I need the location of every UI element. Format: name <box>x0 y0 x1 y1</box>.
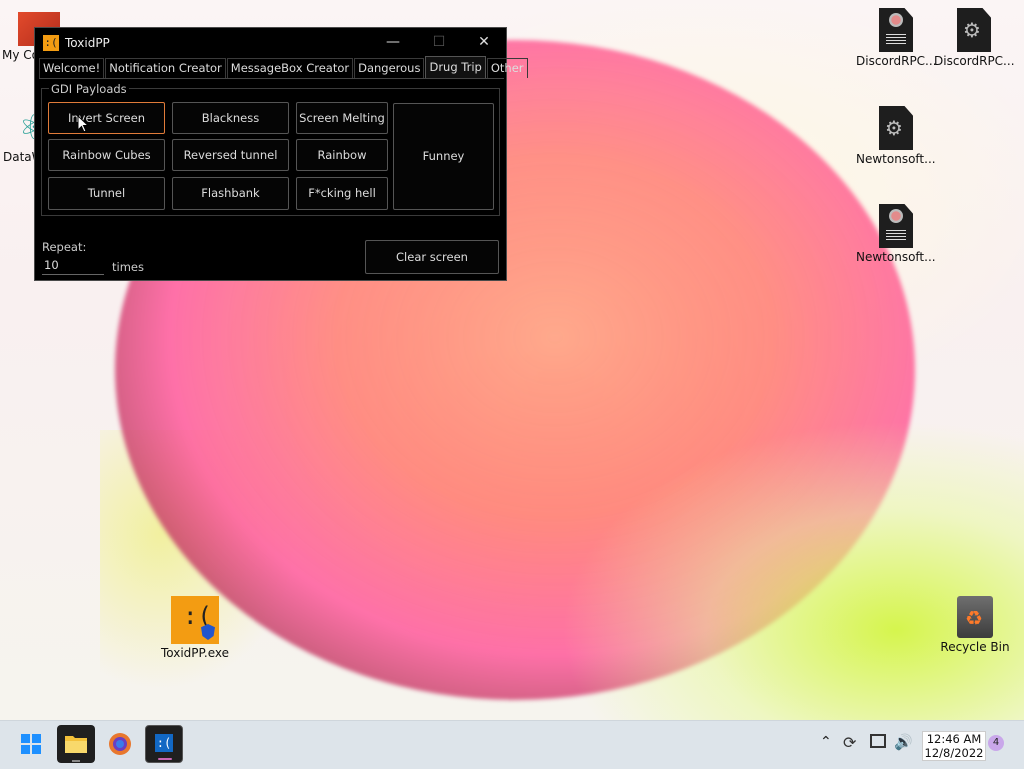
tunnel-button[interactable]: Tunnel <box>48 177 165 210</box>
tab-notification-creator[interactable]: Notification Creator <box>105 58 226 78</box>
reversed-tunnel-button[interactable]: Reversed tunnel <box>172 139 289 171</box>
network-icon[interactable] <box>870 734 886 748</box>
rainbow-button[interactable]: Rainbow <box>296 139 388 171</box>
clock[interactable]: 12:46 AM 12/8/2022 <box>922 731 986 761</box>
mouse-cursor-icon <box>77 114 90 133</box>
repeat-label: Repeat: <box>42 240 87 254</box>
clock-date: 12/8/2022 <box>924 746 984 760</box>
folder-icon <box>65 736 87 762</box>
close-button[interactable]: ✕ <box>461 28 507 57</box>
document-face-icon <box>879 8 913 52</box>
tab-other[interactable]: Other <box>486 58 528 78</box>
clear-screen-button[interactable]: Clear screen <box>365 240 499 274</box>
desktop-icon-recycle-bin[interactable]: ♻ Recycle Bin <box>935 596 1015 654</box>
start-button[interactable] <box>12 725 50 763</box>
funney-button[interactable]: Funney <box>393 103 494 210</box>
desktop-icon-label: Newtonsoft.... <box>856 152 936 166</box>
clock-time: 12:46 AM <box>926 732 982 746</box>
toxidpp-taskbar-button[interactable]: :( <box>145 725 183 763</box>
sync-icon[interactable]: ⟳ <box>843 733 856 752</box>
flashbank-button[interactable]: Flashbank <box>172 177 289 210</box>
desktop-icon-label: DiscordRPC... <box>934 54 1014 68</box>
group-label: GDI Payloads <box>49 82 129 96</box>
chevron-up-icon[interactable]: ⌃ <box>820 734 832 750</box>
window-titlebar[interactable]: :( ToxidPP — ☐ ✕ <box>35 28 506 57</box>
tab-strip: Welcome! Notification Creator MessageBox… <box>39 56 528 79</box>
windows-logo-icon <box>21 734 41 754</box>
tab-welcome[interactable]: Welcome! <box>39 58 105 78</box>
desktop-icon-newtonsoft-2[interactable]: Newtonsoft.... <box>856 204 936 264</box>
volume-icon[interactable]: 🔊 <box>894 733 913 751</box>
toxidpp-app-icon: :( <box>155 734 173 752</box>
tab-dangerous[interactable]: Dangerous <box>354 58 425 78</box>
desktop-icon-label: Recycle Bin <box>940 640 1010 654</box>
rainbow-cubes-button[interactable]: Rainbow Cubes <box>48 139 165 171</box>
notification-badge[interactable]: 4 <box>988 735 1004 751</box>
desktop-icon-label: ToxidPP.exe <box>160 646 230 660</box>
times-label: times <box>112 260 144 274</box>
tab-messagebox-creator[interactable]: MessageBox Creator <box>226 58 354 78</box>
tab-drug-trip[interactable]: Drug Trip <box>425 56 486 78</box>
screen-melting-button[interactable]: Screen Melting <box>296 102 388 134</box>
toxidpp-app-icon: :( <box>171 596 219 644</box>
document-face-icon <box>879 204 913 248</box>
fcking-hell-button[interactable]: F*cking hell <box>296 177 388 210</box>
maximize-button[interactable]: ☐ <box>416 28 462 57</box>
file-explorer-taskbar-button[interactable] <box>57 725 95 763</box>
repeat-count-input[interactable] <box>42 256 104 275</box>
browser-taskbar-button[interactable] <box>101 725 139 763</box>
window-title: ToxidPP <box>65 35 110 50</box>
recycle-bin-icon: ♻ <box>957 596 993 638</box>
desktop-icon-discordrpc-2[interactable]: ⚙ DiscordRPC... <box>934 8 1014 68</box>
desktop-icon-label: DiscordRPC... <box>856 54 936 68</box>
document-gear-icon: ⚙ <box>957 8 991 52</box>
toxidpp-app-icon: :( <box>43 34 59 51</box>
blackness-button[interactable]: Blackness <box>172 102 289 134</box>
toxidpp-window[interactable]: :( ToxidPP — ☐ ✕ Welcome! Notification C… <box>34 27 528 281</box>
taskbar: :( ⌃ ⟳ 🔊 4 <box>0 720 1024 769</box>
desktop-icon-label: Newtonsoft.... <box>856 250 936 264</box>
desktop-icon-discordrpc-1[interactable]: DiscordRPC... <box>856 8 936 68</box>
browser-icon <box>109 733 131 755</box>
desktop-icon-toxidpp-exe[interactable]: :( ToxidPP.exe <box>155 596 235 660</box>
minimize-button[interactable]: — <box>370 28 416 57</box>
desktop-icon-newtonsoft-1[interactable]: ⚙ Newtonsoft.... <box>856 106 936 166</box>
invert-screen-button[interactable]: Invert Screen <box>48 102 165 134</box>
document-gear-icon: ⚙ <box>879 106 913 150</box>
